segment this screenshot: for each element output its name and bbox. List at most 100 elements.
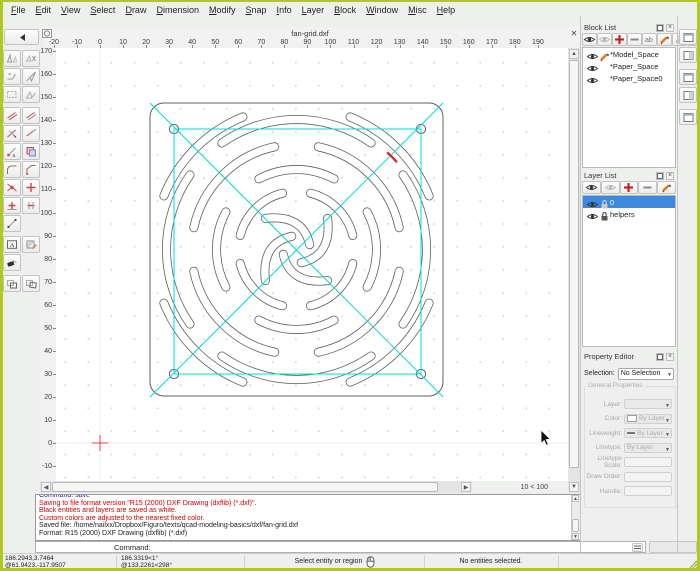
menu-dimension[interactable]: Dimension [151,5,204,15]
drawing-canvas[interactable] [56,48,568,481]
tool-mirror-button[interactable] [3,50,21,67]
show-all-layers-button[interactable] [582,181,601,194]
property-combo[interactable]: By Layer▼ [624,428,672,438]
eye-icon[interactable] [586,50,595,58]
eye-icon[interactable] [586,198,595,206]
history-scroll-thumb[interactable] [572,519,579,532]
back-button[interactable] [4,29,39,45]
tool-transform-button[interactable] [22,86,40,103]
menu-window[interactable]: Window [361,5,403,15]
menu-misc[interactable]: Misc [403,5,432,15]
dock-toggle-button-1[interactable] [679,29,697,45]
tool-trim-two-button[interactable] [22,197,40,214]
layer-row[interactable]: helpers [583,208,675,220]
menu-modify[interactable]: Modify [204,5,241,15]
tool-move-copy-button[interactable] [3,275,21,292]
horizontal-scrollbar[interactable]: ◀ ▶ [40,481,472,493]
rename-block-button[interactable]: ab [642,33,657,46]
menu-select[interactable]: Select [85,5,120,15]
menu-file[interactable]: File [6,5,31,15]
menu-block[interactable]: Block [329,5,361,15]
menu-view[interactable]: View [56,5,85,15]
dock-toggle-button-5[interactable] [679,109,697,125]
lock-icon[interactable] [598,210,607,218]
block-row[interactable]: *Model_Space [583,48,675,60]
tool-lengthen-button[interactable]: a [3,143,21,160]
scroll-left-icon[interactable]: ◀ [41,482,51,492]
close-panel-icon[interactable]: × [666,24,674,32]
tool-hatch-button[interactable] [22,236,40,253]
add-block-button[interactable] [612,33,627,46]
property-input[interactable] [624,486,672,496]
tool-rotate-copy-button[interactable] [22,275,40,292]
scroll-down-icon[interactable]: ▼ [569,482,579,492]
scroll-right-icon[interactable]: ▶ [461,482,471,492]
menu-layer[interactable]: Layer [297,5,330,15]
selection-combo[interactable]: No Selection ▼ [618,368,674,380]
history-scrollbar[interactable]: ▲ ▼ [571,495,580,540]
vertical-scroll-thumb[interactable] [569,60,579,468]
resize-grip[interactable] [688,559,698,569]
tool-lasso-select-button[interactable] [3,86,21,103]
property-input[interactable] [624,472,672,482]
history-scroll-down-icon[interactable]: ▼ [572,533,579,540]
history-scroll-up-icon[interactable]: ▲ [572,495,579,502]
tool-divide-button[interactable] [3,179,21,196]
eye-icon[interactable] [586,62,595,70]
menu-snap[interactable]: Snap [241,5,272,15]
horizontal-scroll-thumb[interactable] [52,482,438,492]
close-panel-icon[interactable]: × [666,353,674,361]
eye-icon[interactable] [586,74,595,82]
layer-row[interactable]: 0 [583,196,675,208]
tool-round-corner-button[interactable] [3,161,21,178]
tool-split-point-button[interactable] [3,215,21,232]
property-combo[interactable]: ▼ [624,399,672,409]
tool-trim-button[interactable] [3,125,21,142]
remove-block-button[interactable] [627,33,642,46]
block-row[interactable]: *Paper_Space [583,60,675,72]
tool-project-button[interactable] [22,68,40,85]
scroll-up-icon[interactable]: ▲ [569,49,579,59]
tool-auto-trim-button[interactable] [3,197,21,214]
command-input[interactable]: Command: [35,541,646,553]
dock-toggle-button-3[interactable] [679,69,697,85]
selection-info: No entities selected. [424,554,558,569]
block-row[interactable]: *Paper_Space0 [583,72,675,84]
menu-info[interactable]: Info [272,5,297,15]
menu-edit[interactable]: Edit [31,5,57,15]
tool-bevel-button[interactable] [22,161,40,178]
tool-flip-button[interactable] [22,50,40,67]
plus-icon [622,181,635,194]
close-document-icon[interactable]: ✕ [568,29,580,38]
float-panel-icon[interactable] [656,353,664,361]
add-layer-button[interactable] [620,181,639,194]
property-input[interactable] [624,457,672,467]
tool-edit-text-button[interactable]: A [3,236,21,253]
edit-block-button[interactable] [657,33,672,46]
vertical-scrollbar[interactable]: ▲ ▼ [568,48,580,493]
tool-break-out-button[interactable] [22,179,40,196]
tool-stretch-button[interactable] [3,68,21,85]
toggle-block-visibility-button[interactable] [582,33,597,46]
eye-icon[interactable] [586,210,595,218]
tool-extend-button[interactable] [22,125,40,142]
property-combo[interactable]: By Layer▼ [624,414,672,424]
hide-all-blocks-button[interactable] [597,33,612,46]
tool-clip-box-button[interactable] [22,143,40,160]
edit-layer-button[interactable] [657,181,676,194]
toggle-layer-visibility-button[interactable] [601,181,620,194]
dock-toggle-button-4[interactable] [679,87,697,103]
close-panel-icon[interactable]: × [666,172,674,180]
command-options-button[interactable] [632,543,643,552]
float-panel-icon[interactable] [656,172,664,180]
menu-draw[interactable]: Draw [120,5,151,15]
remove-layer-button[interactable] [638,181,657,194]
menu-help[interactable]: Help [432,5,461,15]
dock-toggle-button-2[interactable] [679,47,697,63]
tool-parallel-copy-button[interactable] [22,107,40,124]
float-panel-icon[interactable] [656,24,664,32]
tool-delete-button[interactable] [3,254,21,271]
property-combo[interactable]: By Layer▼ [624,443,672,453]
tool-offset-button[interactable] [3,107,21,124]
lock-icon[interactable] [598,198,607,206]
